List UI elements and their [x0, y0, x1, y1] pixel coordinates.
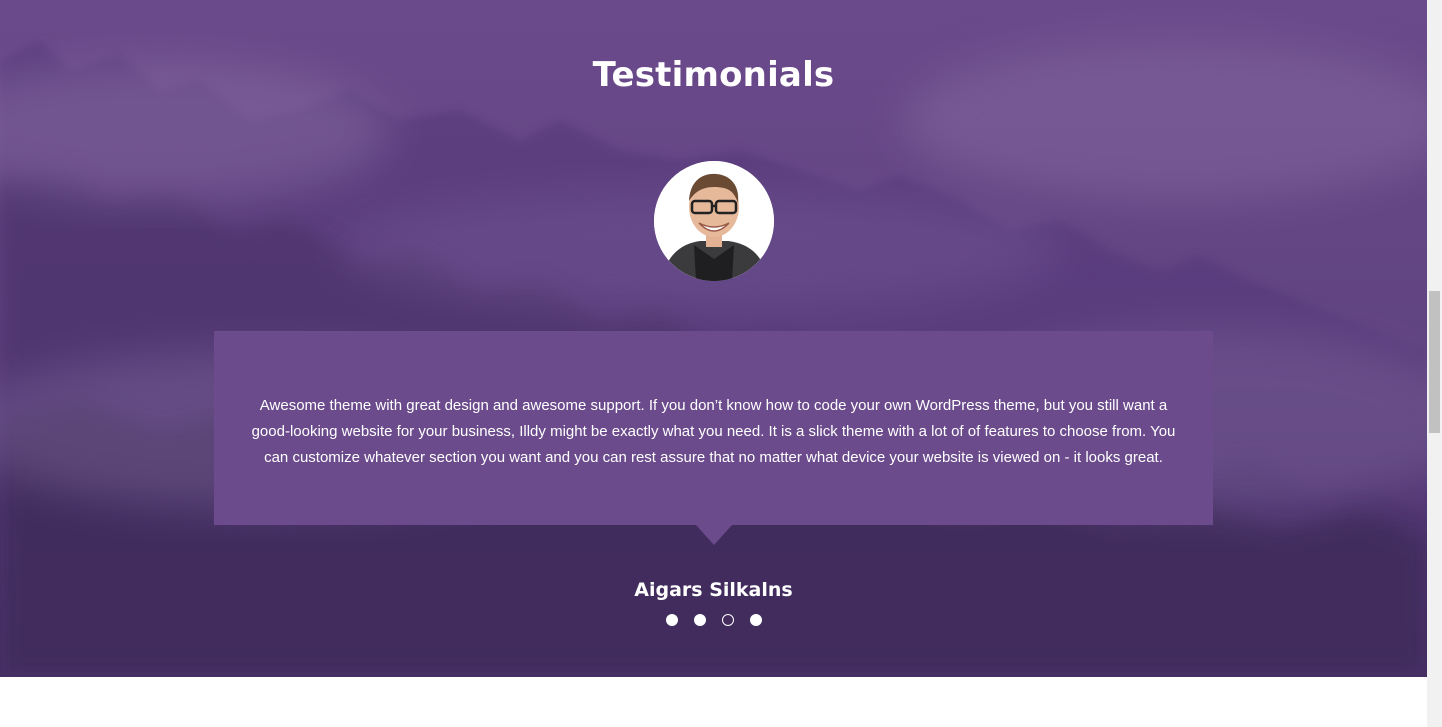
quote-pointer-arrow [696, 525, 732, 545]
page: Testimonials Awesome theme with great de… [0, 0, 1442, 727]
page-scrollbar[interactable] [1427, 0, 1442, 727]
testimonials-section: Testimonials Awesome theme with great de… [0, 0, 1427, 677]
carousel-dot-1[interactable] [665, 614, 678, 626]
person-avatar-icon [654, 161, 774, 281]
testimonial-quote-box: Awesome theme with great design and awes… [214, 331, 1213, 525]
testimonial-author-name: Aigars Silkalns [634, 579, 793, 601]
carousel-dot-3[interactable] [721, 614, 734, 626]
carousel-pagination [0, 614, 1427, 628]
carousel-dot-2[interactable] [693, 614, 706, 626]
scrollbar-thumb[interactable] [1429, 291, 1440, 433]
testimonial-quote-text: Awesome theme with great design and awes… [251, 397, 1176, 466]
carousel-dot-4[interactable] [749, 614, 762, 626]
section-title: Testimonials [592, 55, 835, 95]
